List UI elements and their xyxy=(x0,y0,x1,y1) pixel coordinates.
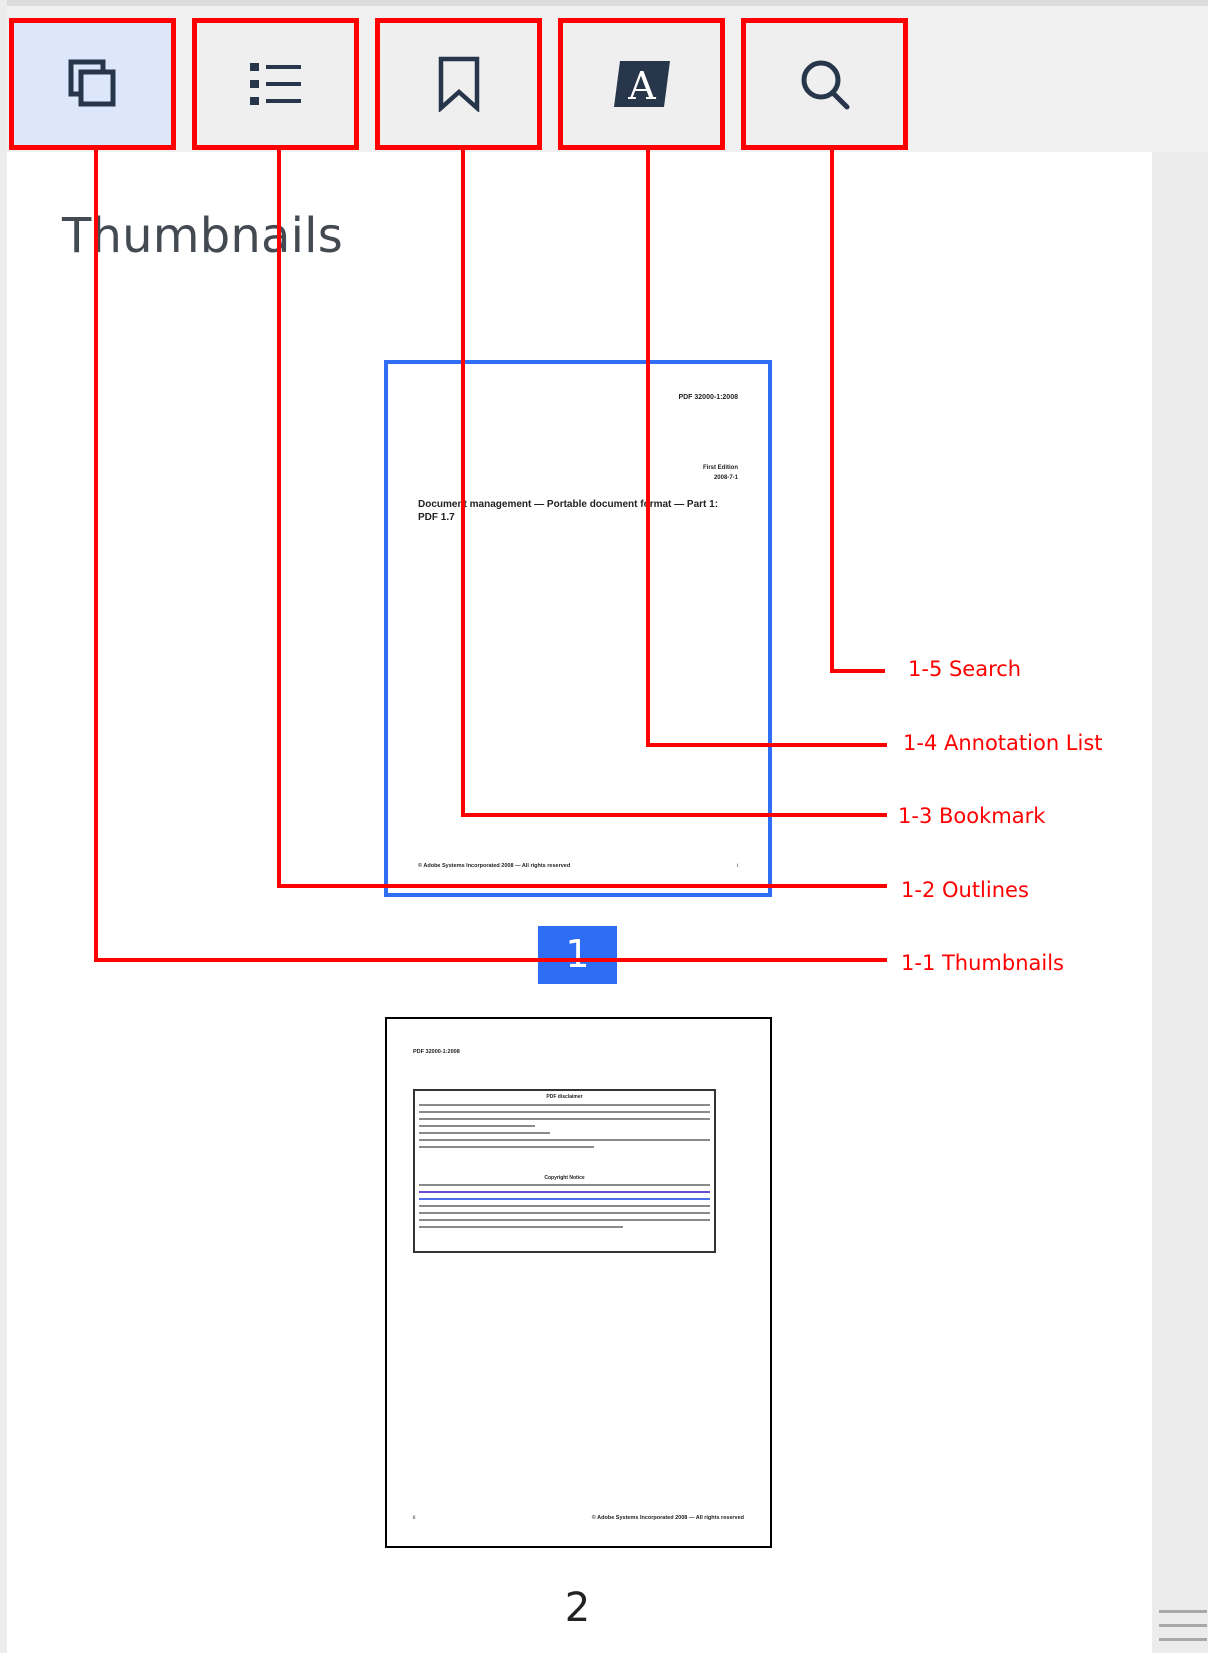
callout-line-thumbnails xyxy=(94,958,887,962)
disclaimer-text xyxy=(415,1104,714,1153)
svg-text:A: A xyxy=(627,64,656,108)
thumb-header: PDF 32000-1:2008 xyxy=(413,1049,460,1055)
resize-grip-line[interactable] xyxy=(1159,1624,1207,1627)
disclaimer-title: PDF disclaimer xyxy=(546,1094,583,1100)
callout-line-bookmark xyxy=(461,150,465,817)
callout-line-search xyxy=(830,150,834,673)
resize-grip-line[interactable] xyxy=(1159,1610,1207,1613)
callout-label-bookmark: 1-3 Bookmark xyxy=(898,804,1046,828)
thumb-footer: © Adobe Systems Incorporated 2008 — All … xyxy=(591,1515,744,1521)
list-icon xyxy=(248,59,304,109)
annotation-icon: A xyxy=(612,59,672,109)
tab-thumbnails[interactable] xyxy=(9,18,176,150)
thumb-footer: © Adobe Systems Incorporated 2008 — All … xyxy=(418,863,571,869)
bookmark-icon xyxy=(437,56,481,112)
callout-label-search: 1-5 Search xyxy=(908,657,1022,681)
page-number-selected: 1 xyxy=(538,926,617,984)
callout-label-outlines: 1-2 Outlines xyxy=(901,878,1029,902)
tab-search[interactable] xyxy=(741,18,908,150)
callout-label-annotation: 1-4 Annotation List xyxy=(903,731,1103,755)
thumb-header: PDF 32000-1:2008 xyxy=(678,394,738,401)
callout-line-annotation xyxy=(646,150,650,747)
resize-grip-line[interactable] xyxy=(1159,1638,1207,1641)
panel-title: Thumbnails xyxy=(62,208,343,264)
copyright-text xyxy=(415,1184,714,1233)
callout-line-annotation xyxy=(646,743,887,747)
page-thumbnail-2[interactable]: PDF 32000-1:2008 PDF disclaimer Copyrigh… xyxy=(385,1017,772,1548)
thumb-date: 2008-7-1 xyxy=(713,475,738,481)
disclaimer-box: PDF disclaimer Copyright Notice xyxy=(413,1089,716,1253)
window-left-edge xyxy=(0,0,7,1653)
callout-label-thumbnails: 1-1 Thumbnails xyxy=(901,951,1064,975)
tab-outlines[interactable] xyxy=(192,18,359,150)
search-icon xyxy=(797,56,853,112)
thumbnails-icon xyxy=(65,56,121,112)
page-number: 2 xyxy=(564,1585,591,1631)
thumb-footer-page: i xyxy=(736,863,738,869)
callout-line-outlines xyxy=(277,150,281,888)
tab-annotation-list[interactable]: A xyxy=(558,18,725,150)
scrollbar-track[interactable] xyxy=(1152,152,1208,1653)
window-top-edge xyxy=(0,0,1208,6)
callout-line-thumbnails xyxy=(94,150,98,962)
callout-line-outlines xyxy=(277,884,887,888)
thumb-edition: First Edition xyxy=(703,465,738,471)
thumb-title-line2: PDF 1.7 xyxy=(418,512,455,523)
thumb-footer-page: ii xyxy=(413,1515,416,1521)
copyright-title: Copyright Notice xyxy=(544,1175,585,1181)
tab-bookmark[interactable] xyxy=(375,18,542,150)
callout-line-search xyxy=(830,669,885,673)
callout-line-bookmark xyxy=(461,813,887,817)
